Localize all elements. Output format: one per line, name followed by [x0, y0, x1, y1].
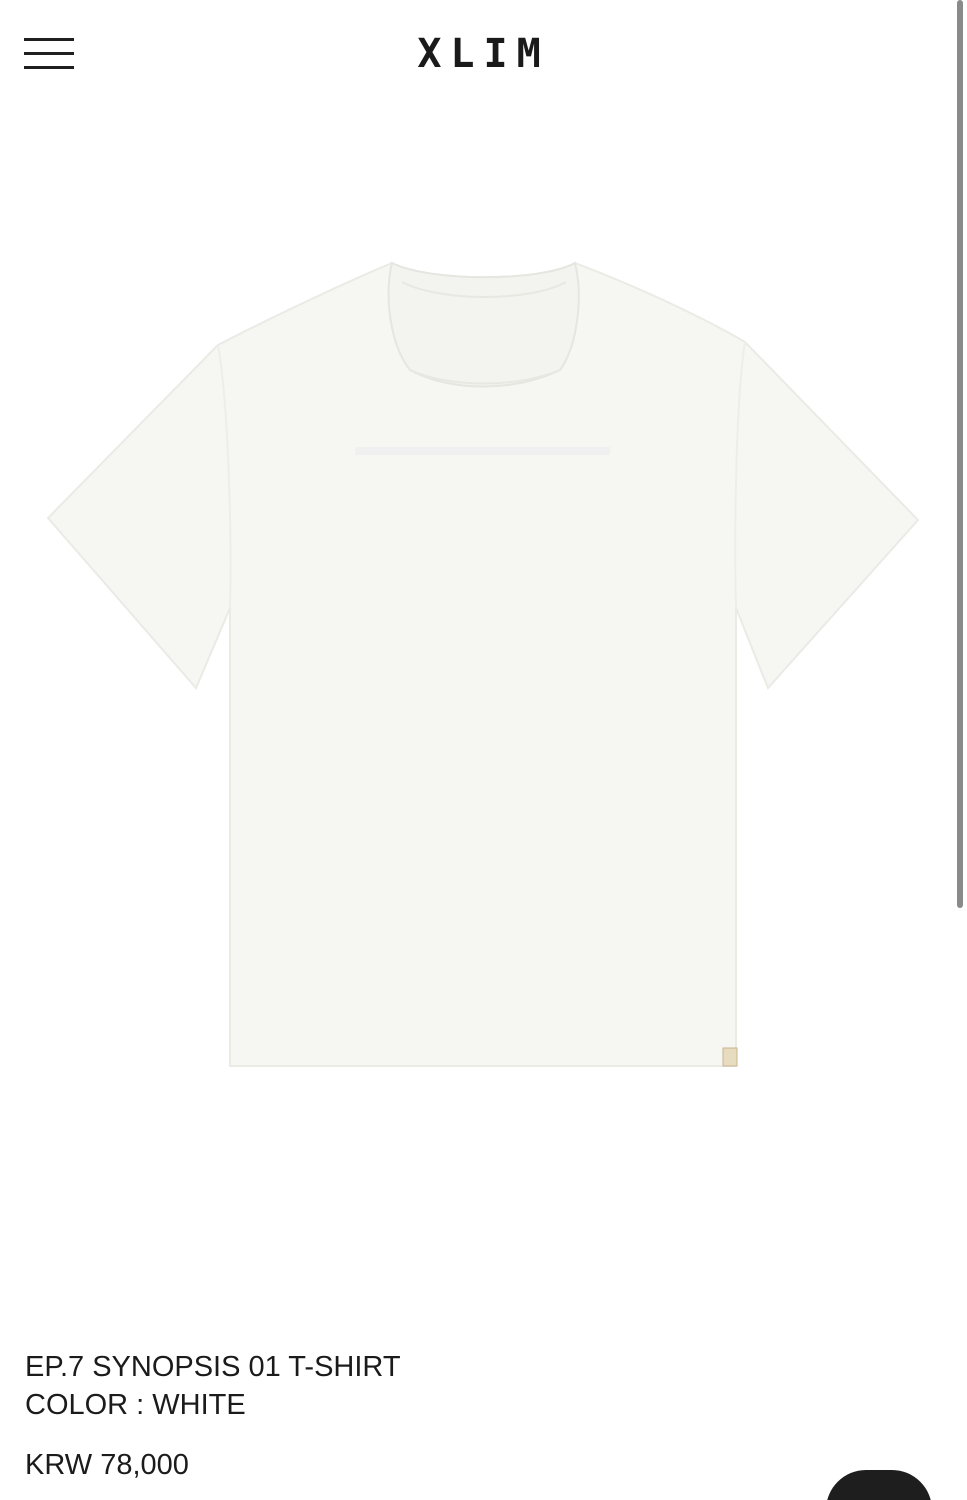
product-info: EP.7 SYNOPSIS 01 T-SHIRT COLOR : WHITE K… [25, 1348, 825, 1484]
product-price: KRW 78,000 [25, 1449, 189, 1481]
chat-floating-button[interactable] [826, 1470, 932, 1500]
product-page: XLIM EP.7 SYNOPSIS 01 T-SHIRT COLOR : WH… [0, 0, 967, 1500]
tshirt-collar [387, 261, 580, 388]
product-image[interactable] [0, 230, 967, 1100]
product-name: EP.7 SYNOPSIS 01 T-SHIRT [25, 1351, 401, 1383]
header: XLIM [0, 0, 967, 110]
scrollbar[interactable] [957, 0, 963, 908]
hem-tag [722, 1047, 738, 1067]
product-color: COLOR : WHITE [25, 1389, 246, 1421]
brand-logo[interactable]: XLIM [0, 30, 967, 78]
